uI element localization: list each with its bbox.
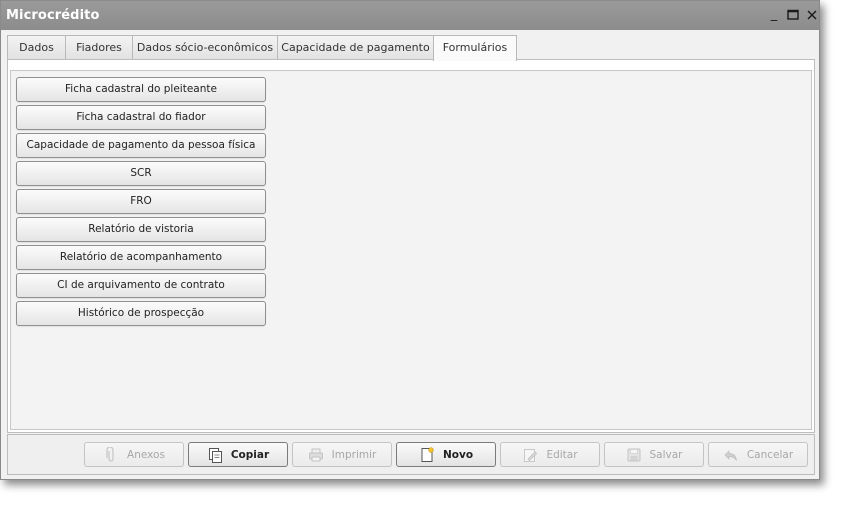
tab-dados[interactable]: Dados — [7, 35, 66, 59]
anexos-label: Anexos — [127, 448, 165, 461]
tab-dados-socio-economicos[interactable]: Dados sócio-econômicos — [132, 35, 278, 59]
form-button-capacidade-pagamento[interactable]: Capacidade de pagamento da pessoa física — [16, 133, 266, 158]
maximize-button[interactable] — [786, 7, 800, 23]
form-button-fro[interactable]: FRO — [16, 189, 266, 214]
paperclip-icon — [103, 446, 119, 463]
cancelar-label: Cancelar — [746, 448, 794, 461]
form-button-ficha-fiador[interactable]: Ficha cadastral do fiador — [16, 105, 266, 130]
new-document-icon — [419, 446, 435, 463]
tab-content: Ficha cadastral do pleiteante Ficha cada… — [7, 59, 815, 433]
tab-capacidade-de-pagamento[interactable]: Capacidade de pagamento — [277, 35, 434, 59]
microcredito-window: Microcrédito _ Dados Fiadores Dados sóci… — [0, 0, 820, 480]
copiar-label: Copiar — [230, 448, 270, 461]
form-button-ci-arquivamento[interactable]: CI de arquivamento de contrato — [16, 273, 266, 298]
maximize-icon — [787, 9, 799, 20]
save-icon — [626, 447, 642, 463]
tab-fiadores[interactable]: Fiadores — [65, 35, 133, 59]
pencil-icon — [522, 447, 538, 463]
form-button-scr[interactable]: SCR — [16, 161, 266, 186]
action-toolbar: Anexos Copiar Imprimir Novo Editar Salva… — [7, 434, 815, 475]
copy-icon — [207, 447, 223, 463]
imprimir-button[interactable]: Imprimir — [292, 442, 392, 467]
tab-bar: Dados Fiadores Dados sócio-econômicos Ca… — [7, 35, 813, 61]
editar-button[interactable]: Editar — [500, 442, 600, 467]
novo-button[interactable]: Novo — [396, 442, 496, 467]
form-button-ficha-pleiteante[interactable]: Ficha cadastral do pleiteante — [16, 77, 266, 102]
title-bar[interactable]: Microcrédito _ — [1, 1, 819, 30]
minimize-button[interactable]: _ — [767, 7, 781, 23]
imprimir-label: Imprimir — [331, 448, 377, 461]
cancelar-button[interactable]: Cancelar — [708, 442, 808, 467]
salvar-button[interactable]: Salvar — [604, 442, 704, 467]
forms-panel: Ficha cadastral do pleiteante Ficha cada… — [10, 70, 812, 430]
novo-label: Novo — [442, 448, 474, 461]
window-title: Microcrédito — [6, 8, 100, 23]
close-button[interactable] — [805, 7, 819, 23]
tab-formularios[interactable]: Formulários — [433, 35, 517, 61]
salvar-label: Salvar — [649, 448, 683, 461]
editar-label: Editar — [546, 448, 578, 461]
undo-icon — [723, 447, 739, 463]
form-button-relatorio-acompanhamento[interactable]: Relatório de acompanhamento — [16, 245, 266, 270]
printer-icon — [308, 447, 324, 463]
close-icon — [807, 10, 817, 20]
form-button-historico-prospeccao[interactable]: Histórico de prospecção — [16, 301, 266, 326]
anexos-button[interactable]: Anexos — [84, 442, 184, 467]
form-button-relatorio-vistoria[interactable]: Relatório de vistoria — [16, 217, 266, 242]
copiar-button[interactable]: Copiar — [188, 442, 288, 467]
